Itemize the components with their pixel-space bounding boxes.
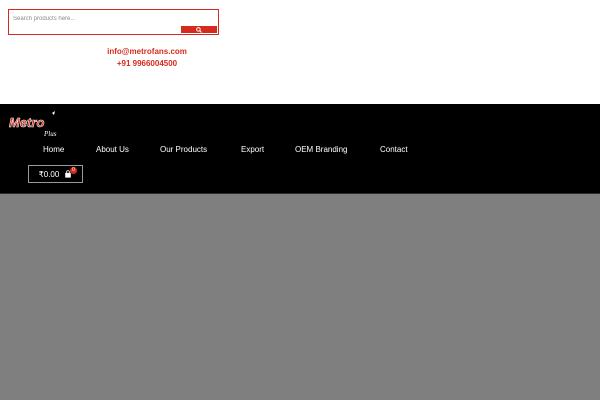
search-form (8, 9, 220, 35)
top-bar: info@metrofans.com +91 9966004500 (0, 0, 600, 104)
nav-contact[interactable]: Contact (380, 145, 408, 154)
svg-text:Metro: Metro (9, 115, 44, 130)
metro-plus-logo[interactable]: Metro Plus (8, 110, 64, 138)
cart-total: ₹0.00 (38, 169, 60, 179)
search-icon (196, 26, 202, 33)
cart-count-badge: 0 (70, 167, 77, 174)
nav-home[interactable]: Home (43, 145, 64, 154)
nav-oem-branding[interactable]: OEM Branding (295, 145, 347, 154)
hero-banner (0, 194, 600, 400)
contact-phone-link[interactable]: +91 9966004500 (0, 59, 294, 68)
nav-our-products[interactable]: Our Products (160, 145, 207, 154)
contact-email-link[interactable]: info@metrofans.com (0, 47, 294, 56)
nav-export[interactable]: Export (241, 145, 264, 154)
svg-text:Plus: Plus (43, 130, 57, 138)
search-button[interactable] (181, 26, 217, 33)
search-input[interactable] (11, 12, 220, 26)
nav-about-us[interactable]: About Us (96, 145, 129, 154)
